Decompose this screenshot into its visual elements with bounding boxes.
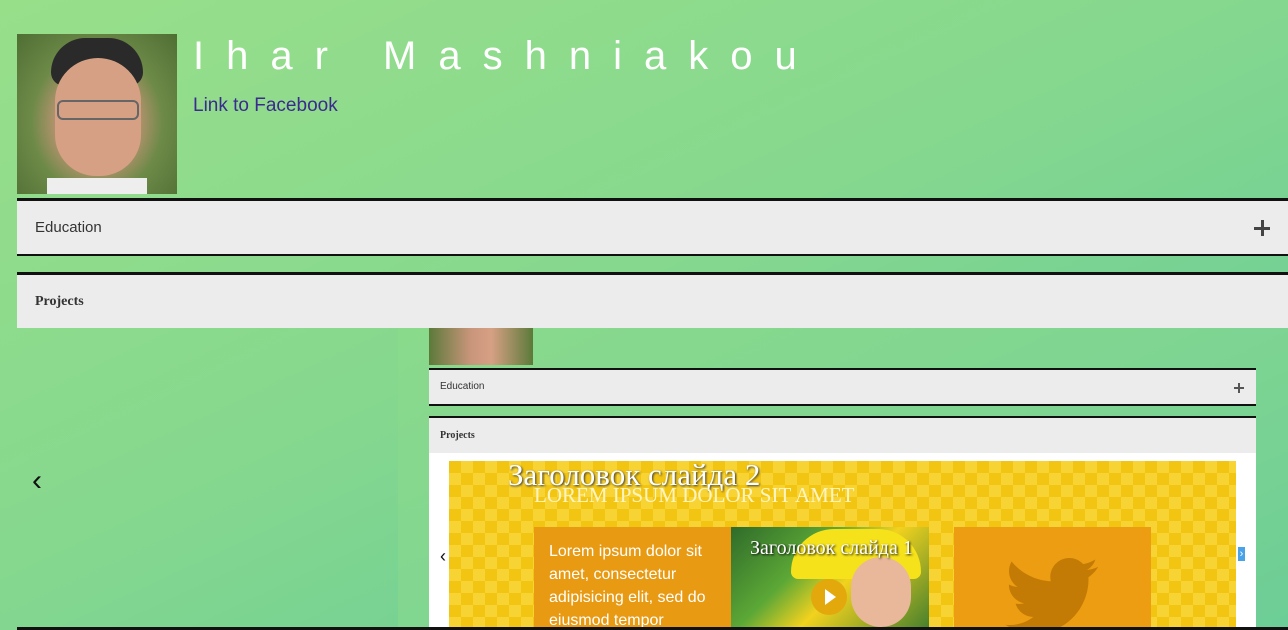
education-accordion[interactable]: Education: [17, 198, 1288, 256]
preview-plus-icon: [1234, 383, 1244, 393]
preview-profile-photo: [429, 328, 533, 365]
preview-projects-accordion: Projects: [429, 416, 1256, 453]
profile-photo: [17, 34, 177, 194]
preview-education-label: Education: [440, 381, 485, 392]
profile-name: Ihar Mashniakou: [193, 34, 819, 78]
slide-image-title: Заголовок слайда 1: [750, 537, 913, 559]
preview-slider: ‹ Заголовок слайда 2 LOREM IPSUM DOLOR S…: [429, 453, 1256, 630]
preview-prev-arrow: ‹: [440, 546, 446, 566]
photo-glasses: [57, 100, 139, 120]
project-preview-screenshot[interactable]: Education Projects ‹ Заголовок слайда 2 …: [398, 328, 1288, 630]
slider-prev-arrow[interactable]: ‹: [32, 466, 42, 496]
preview-next-arrow: ›: [1238, 547, 1245, 561]
photo-shirt: [47, 178, 147, 194]
preview-slide: Заголовок слайда 2 LOREM IPSUM DOLOR SIT…: [449, 461, 1236, 630]
projects-accordion[interactable]: Projects: [17, 272, 1288, 328]
slide-subtitle: LOREM IPSUM DOLOR SIT AMET: [534, 483, 855, 507]
projects-label: Projects: [35, 294, 84, 309]
twitter-icon: [1005, 558, 1098, 630]
slide-image-card: Заголовок слайда 1: [731, 527, 929, 630]
slide-text-card: Lorem ipsum dolor sit amet, consectetur …: [534, 527, 731, 630]
preview-projects-label: Projects: [440, 430, 475, 441]
facebook-link[interactable]: Link to Facebook: [193, 95, 338, 117]
plus-icon[interactable]: [1254, 220, 1270, 236]
education-label: Education: [35, 219, 102, 236]
cartoon-face: [851, 557, 911, 627]
play-icon: [811, 579, 847, 615]
preview-education-accordion: Education: [429, 368, 1256, 406]
slide-twitter-card: [954, 527, 1151, 630]
